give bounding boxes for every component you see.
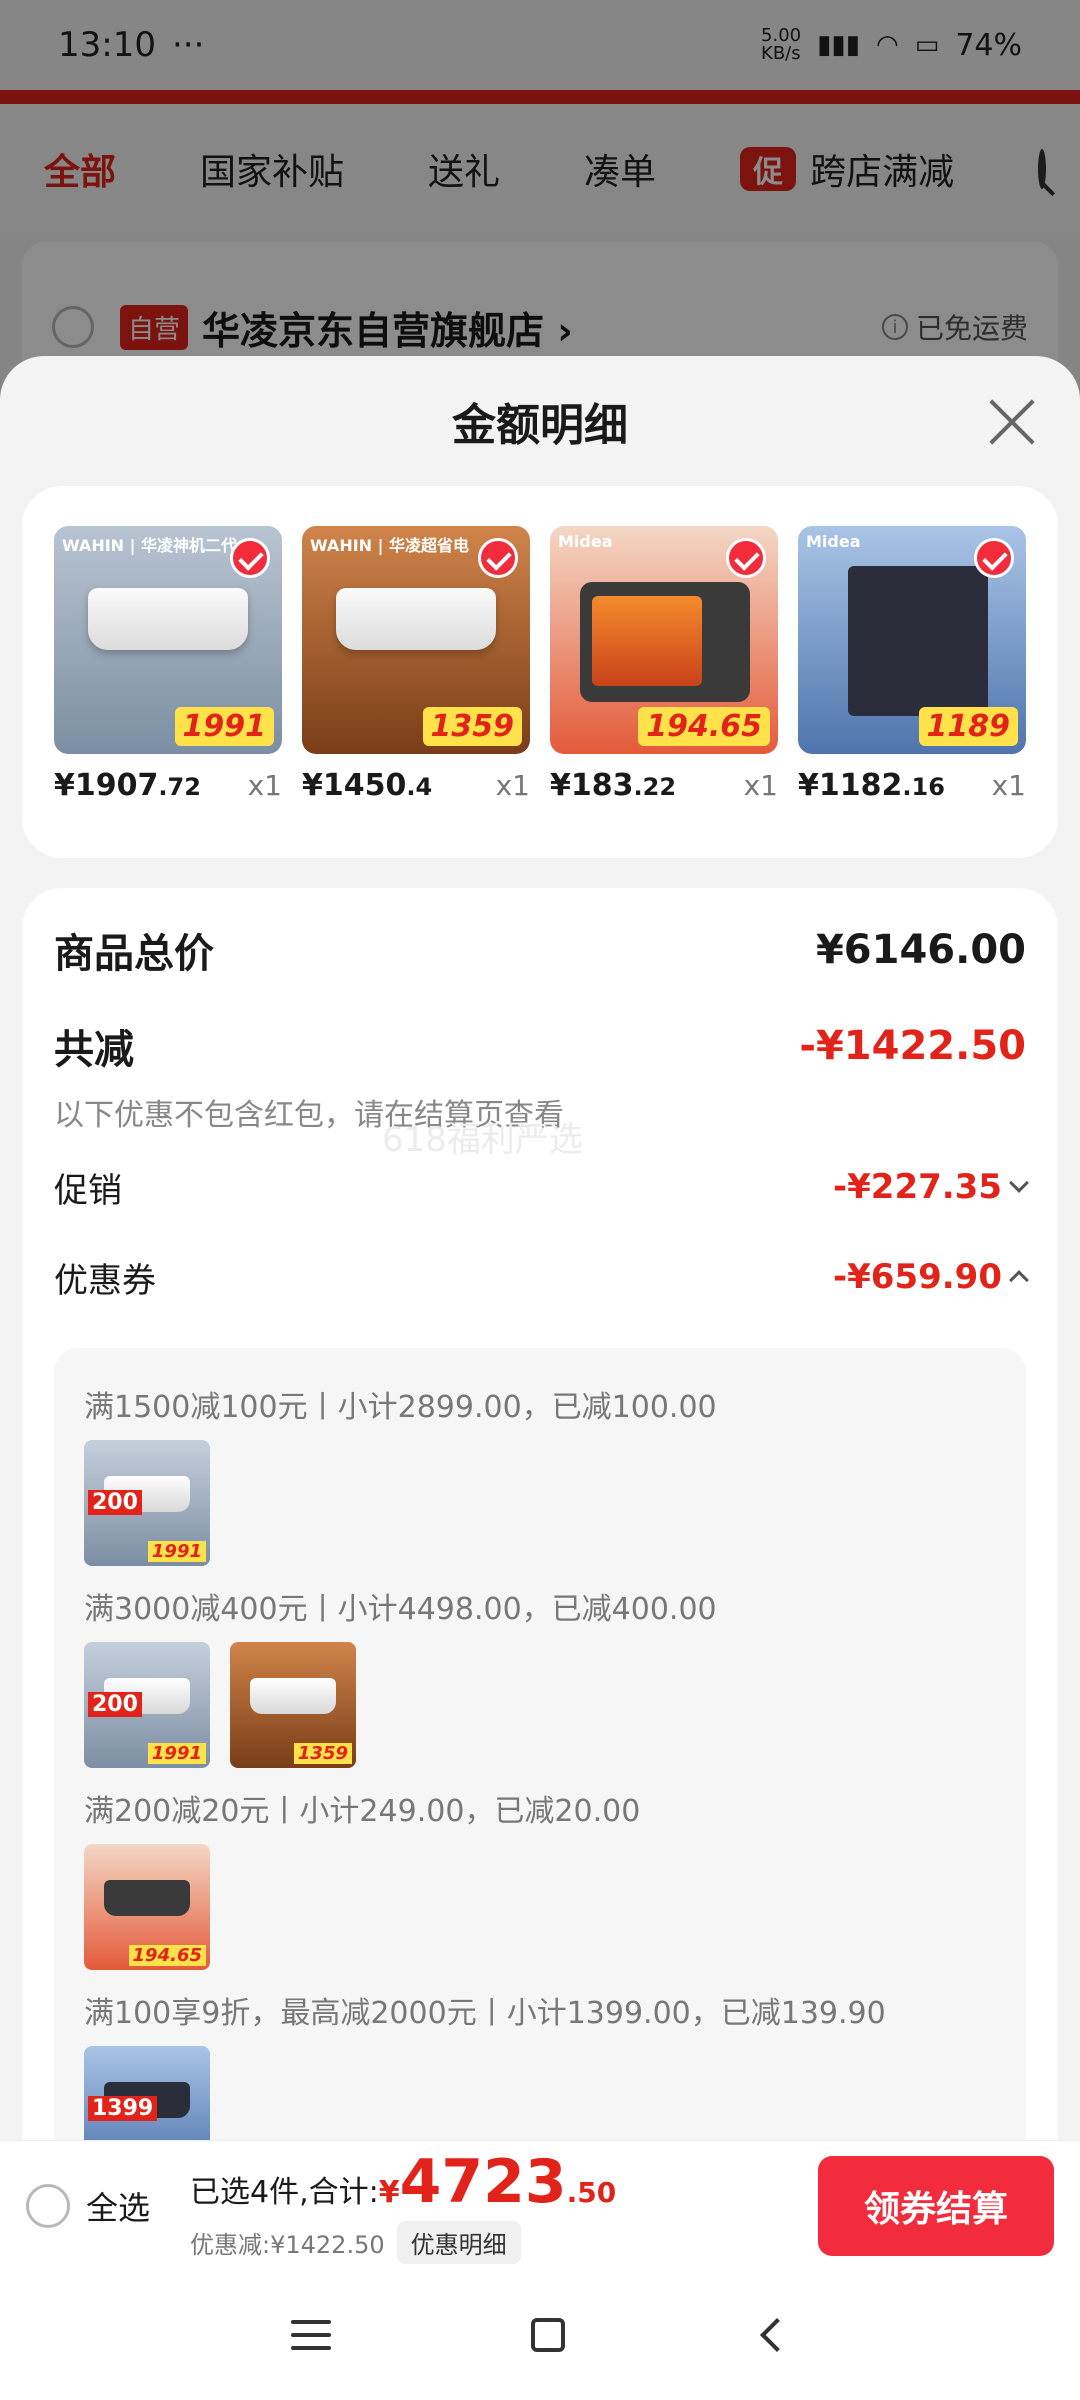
promo-price-badge: 1991 [174,707,274,746]
coupon-detail-list: 满1500减100元丨小计2899.00，已减100.00 200 1991 满3… [54,1348,1026,2208]
coupon-rule: 满3000减400元丨小计4498.00，已减400.00 [84,1592,717,1627]
product-image: Midea 194.65 [550,526,778,754]
total-amount-decimal: .50 [566,2176,617,2209]
product-card[interactable]: WAHIN | 华凌神机二代 1991 ¥1907.72 x1 [54,526,282,858]
coupon-rule: 满200减20元丨小计249.00，已减20.00 [84,1794,641,1829]
selected-count-text: 已选4件,合计: [190,2175,379,2210]
product-card[interactable]: WAHIN | 华凌超省电 1359 ¥1450.4 x1 [302,526,530,858]
checkout-bar: 全选 已选4件,合计: ¥ 4723 .50 优惠减:¥1422.50 优惠明细… [0,2140,1080,2270]
air-conditioner-image [88,588,248,650]
coupon-rule: 满1500减100元丨小计2899.00，已减100.00 [84,1390,717,1425]
product-brand: WAHIN | 华凌神机二代 [62,536,238,555]
checked-icon [230,538,270,578]
product-image: WAHIN | 华凌超省电 1359 [302,526,530,754]
product-price: ¥1450.4 [302,768,433,803]
back-icon[interactable] [760,2318,794,2352]
oven-image [580,582,750,702]
product-image: WAHIN | 华凌神机二代 1991 [54,526,282,754]
amount-detail-sheet: 金额明细 WAHIN | 华凌神机二代 1991 ¥1907.72 x1 WAH… [0,356,1080,2270]
reduce-label: 共减 [54,1027,134,1073]
chevron-up-icon [1009,1270,1029,1290]
price-breakdown: 商品总价 ¥6146.00 共减 -¥1422.50 以下优惠不包含红包，请在结… [22,888,1058,2208]
checked-icon [726,538,766,578]
chevron-down-icon [1009,1173,1029,1193]
product-price: ¥1182.16 [798,768,945,803]
product-price: ¥183.22 [550,768,677,803]
checked-icon [974,538,1014,578]
promo-price-badge: 1189 [918,707,1018,746]
product-brand: WAHIN | 华凌超省电 [310,536,470,555]
close-icon[interactable] [986,396,1038,448]
reduce-row: 共减 -¥1422.50 [54,1014,1026,1078]
discount-detail-button[interactable]: 优惠明细 [396,2221,521,2264]
product-thumbnail: 200 1991 [84,1440,210,1566]
checkout-summary: 已选4件,合计: ¥ 4723 .50 优惠减:¥1422.50 优惠明细 [190,2147,616,2264]
product-thumbnail: 200 1991 [84,1642,210,1768]
coupon-rule: 满100享9折，最高减2000元丨小计1399.00，已减139.90 [84,1996,886,2031]
discount-text: 优惠减:¥1422.50 [190,2231,385,2259]
menu-icon[interactable] [291,2320,331,2350]
dishwasher-image [848,566,988,716]
coupon-value: -¥659.90 [833,1257,1029,1297]
sheet-header: 金额明细 [0,356,1080,486]
product-qty: x1 [495,769,530,802]
product-qty: x1 [247,769,282,802]
home-icon[interactable] [531,2318,565,2352]
coupon-row[interactable]: 优惠券 -¥659.90 [54,1232,1029,1322]
product-image: Midea 1189 [798,526,1026,754]
select-all-label[interactable]: 全选 [86,2183,150,2229]
promo-price-badge: 1359 [422,707,522,746]
product-card[interactable]: Midea 194.65 ¥183.22 x1 [550,526,778,858]
product-qty: x1 [743,769,778,802]
total-row: 商品总价 ¥6146.00 [54,918,1026,982]
checkout-button[interactable]: 领券结算 [818,2155,1054,2256]
checked-icon [478,538,518,578]
reduce-value: -¥1422.50 [799,1023,1026,1069]
currency-symbol: ¥ [378,2175,400,2210]
promotion-label: 促销 [54,1170,122,1211]
product-thumbnail: 194.65 [84,1844,210,1970]
system-nav-bar [0,2270,1080,2400]
air-conditioner-image [336,588,496,650]
sheet-title: 金额明细 [452,400,628,451]
product-thumbnail: 1359 [230,1642,356,1768]
product-price: ¥1907.72 [54,768,201,803]
watermark: 618福利严选 [382,1120,583,1160]
product-brand: Midea [558,532,613,551]
total-label: 商品总价 [54,931,214,977]
total-value: ¥6146.00 [815,927,1026,973]
product-strip: WAHIN | 华凌神机二代 1991 ¥1907.72 x1 WAHIN | … [22,486,1058,858]
select-all-radio[interactable] [26,2183,70,2228]
coupon-label: 优惠券 [54,1260,156,1301]
product-qty: x1 [991,769,1026,802]
promo-price-badge: 194.65 [638,707,770,746]
total-amount: 4723 [399,2147,567,2217]
product-brand: Midea [806,532,861,551]
product-card[interactable]: Midea 1189 ¥1182.16 x1 [798,526,1026,858]
promotion-value: -¥227.35 [833,1167,1029,1207]
